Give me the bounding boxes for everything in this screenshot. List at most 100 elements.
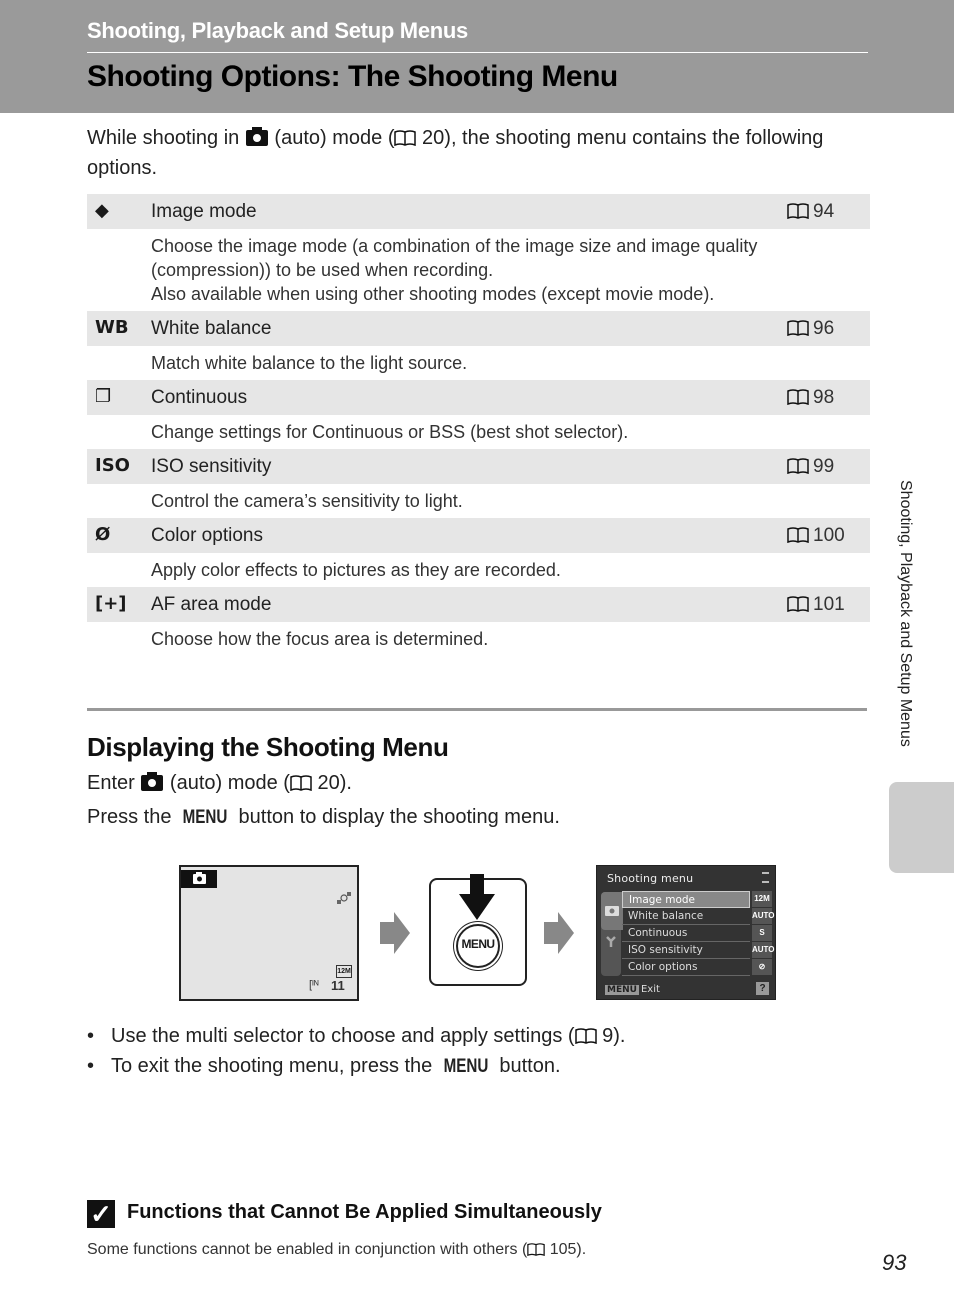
remaining-exposures: 11 xyxy=(331,978,345,993)
book-reference-icon xyxy=(787,203,809,220)
book-reference-icon xyxy=(787,527,809,544)
iso-sensitivity-icon: ISO xyxy=(95,455,130,476)
section-title: Displaying the Shooting Menu xyxy=(87,732,449,762)
menu-item[interactable]: Color options xyxy=(622,959,750,976)
note-text: 105). xyxy=(545,1241,587,1258)
intro-text: While shooting in xyxy=(87,127,245,149)
shooting-options-table: ◆ Image mode 94 Choose the image mode (a co… xyxy=(87,194,870,656)
menu-title: Shooting menu xyxy=(607,872,694,885)
image-mode-icon: ◆ xyxy=(95,200,109,221)
page-reference: 94 xyxy=(787,201,834,223)
note-text: Some functions cannot be enabled in conj… xyxy=(87,1241,528,1258)
page-ref-number: 100 xyxy=(813,525,845,546)
option-row: [+] AF area mode 101 xyxy=(87,587,870,622)
page-reference: 101 xyxy=(787,594,845,616)
bullet-text: 9). xyxy=(596,1025,626,1047)
section-divider xyxy=(87,708,867,711)
bullet-item: • Use the multi selector to choose and ap… xyxy=(87,1025,626,1047)
menu-key-glyph: MENU xyxy=(605,985,639,995)
chapter-thumb-tab[interactable] xyxy=(889,782,954,873)
option-label: AF area mode xyxy=(151,594,272,615)
image-size-indicator: 12M xyxy=(336,965,352,978)
camera-screen-shooting: 12M [ᴵᴺ 11 xyxy=(179,865,359,1001)
menu-item[interactable]: Image mode xyxy=(622,891,750,908)
menu-item-value: AUTO xyxy=(752,942,775,959)
option-description: Change settings for Continuous or BSS (b… xyxy=(87,415,870,449)
note-title-text: Functions that Cannot Be Applied Simulta… xyxy=(127,1201,602,1223)
side-chapter-label: Shooting, Playback and Setup Menus xyxy=(897,480,914,747)
menu-footer: MENU Exit xyxy=(605,984,660,995)
description-line: Match white balance to the light source. xyxy=(151,353,468,373)
description-line: Control the camera’s sensitivity to ligh… xyxy=(151,491,463,511)
book-reference-icon xyxy=(574,1028,597,1044)
page-ref-number: 96 xyxy=(813,318,835,339)
intro-text: (auto) mode ( xyxy=(268,127,395,149)
white-balance-icon: WB xyxy=(95,317,129,338)
internal-memory-icon: [ᴵᴺ xyxy=(309,979,319,991)
option-row: ❐ Continuous 98 xyxy=(87,380,870,415)
option-label: Color options xyxy=(151,525,263,546)
bullet-text: button. xyxy=(493,1055,561,1077)
note-body: Some functions cannot be enabled in conj… xyxy=(87,1241,586,1259)
step-text: 20). xyxy=(311,772,352,794)
option-label: Continuous xyxy=(151,387,248,408)
description-line: Change settings for Continuous or BSS (b… xyxy=(151,422,629,442)
camera-tab-icon xyxy=(605,906,619,916)
step-text: Enter xyxy=(87,772,141,794)
header-divider xyxy=(87,52,868,53)
help-icon[interactable]: ? xyxy=(756,982,769,995)
book-reference-icon xyxy=(787,596,809,613)
option-row: Ø Color options 100 xyxy=(87,518,870,553)
menu-item-value: 12M xyxy=(752,891,772,908)
option-label: White balance xyxy=(151,318,272,339)
menu-button-glyph: MENU xyxy=(443,1056,489,1077)
page-ref-number: 99 xyxy=(813,456,835,477)
bullet-item: • To exit the shooting menu, press the ME… xyxy=(87,1051,625,1081)
step-text: Press the xyxy=(87,806,178,828)
setup-wrench-icon[interactable] xyxy=(605,936,617,948)
arrow-right-icon xyxy=(380,912,410,954)
menu-item[interactable]: White balance xyxy=(622,908,750,925)
bullet-text: To exit the shooting menu, press the xyxy=(111,1055,438,1077)
arrow-right-icon xyxy=(544,912,574,954)
tab-shooting[interactable] xyxy=(601,892,623,930)
camera-auto-icon xyxy=(193,872,206,884)
description-line: Apply color effects to pictures as they … xyxy=(151,560,561,580)
description-line: Choose how the focus area is determined. xyxy=(151,629,489,649)
option-label: ISO sensitivity xyxy=(151,456,272,477)
check-note-icon: ✓ xyxy=(87,1200,115,1228)
book-reference-icon xyxy=(787,458,809,475)
page-reference: 99 xyxy=(787,456,834,478)
page-number: 93 xyxy=(882,1250,907,1275)
book-reference-icon xyxy=(527,1243,546,1256)
menu-item[interactable]: Continuous xyxy=(622,925,750,942)
page-reference: 100 xyxy=(787,525,845,547)
menu-item-value: ⊘ xyxy=(752,959,772,976)
menu-button-illustration: MENU xyxy=(429,874,527,986)
page-title: Shooting Options: The Shooting Menu xyxy=(87,60,618,93)
menu-item-value: S xyxy=(752,925,772,942)
page-reference: 96 xyxy=(787,318,834,340)
option-row: WB White balance 96 xyxy=(87,311,870,346)
page-ref-number: 98 xyxy=(813,387,835,408)
book-reference-icon xyxy=(787,389,809,406)
note-title: ✓ Functions that Cannot Be Applied Simult… xyxy=(87,1200,602,1228)
option-label: Image mode xyxy=(151,201,257,222)
continuous-icon: ❐ xyxy=(95,386,112,407)
option-row: ◆ Image mode 94 xyxy=(87,194,870,229)
page-ref-number: 101 xyxy=(813,594,845,615)
menu-button-glyph: MENU xyxy=(182,807,228,828)
menu-item[interactable]: ISO sensitivity xyxy=(622,942,750,959)
option-description: Match white balance to the light source. xyxy=(87,346,870,380)
option-description: Choose how the focus area is determined. xyxy=(87,622,870,656)
option-description: Apply color effects to pictures as they … xyxy=(87,553,870,587)
option-description: Choose the image mode (a combination of … xyxy=(87,229,870,311)
book-reference-icon xyxy=(394,130,417,146)
menu-button[interactable]: MENU xyxy=(456,924,500,968)
camera-auto-icon xyxy=(141,772,164,791)
intro-paragraph: While shooting in (auto) mode ( 20), the… xyxy=(87,123,847,183)
exit-label: Exit xyxy=(640,984,660,995)
bullet-text: Use the multi selector to choose and app… xyxy=(111,1025,575,1047)
page-reference: 98 xyxy=(787,387,834,409)
book-reference-icon xyxy=(290,775,312,791)
